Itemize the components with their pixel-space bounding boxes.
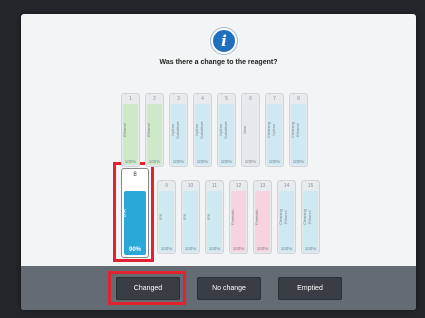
bottle-reagent-name: IPA: [206, 213, 211, 221]
bottle-percent: 100%: [196, 159, 209, 164]
bottle-cap: [173, 94, 186, 95]
selected-reagent-bottle[interactable]: 8 IPA 90%: [121, 168, 149, 258]
reagent-bottle[interactable]: 7 Cleaning Xylene 100%: [265, 93, 284, 167]
bottle-reagent-name: IPA: [122, 209, 128, 217]
bottle-percent: 100%: [304, 246, 317, 251]
changed-button[interactable]: Changed: [116, 277, 180, 300]
bottle-number: 8: [297, 96, 300, 102]
bottle-cap: [293, 94, 306, 95]
bottle-number: 10: [187, 183, 194, 189]
bottle-percent: 100%: [172, 159, 185, 164]
bottle-cap: [221, 94, 234, 95]
bottle-fill-level: [124, 191, 146, 255]
bottle-percent: 100%: [208, 246, 221, 251]
bottle-cap: [125, 94, 138, 95]
bottle-reagent-name: IPA: [158, 213, 163, 221]
bottle-cap: [197, 94, 210, 95]
bottle-percent: 100%: [124, 159, 137, 164]
reagent-bottle[interactable]: 14 Cleaning Ethanol 100%: [277, 180, 296, 254]
bottle-number: 6: [249, 96, 252, 102]
dialog-question: Was there a change to the reagent?: [159, 59, 278, 66]
bottle-number: 8: [133, 172, 137, 178]
bottle-percent: 100%: [268, 159, 281, 164]
reagent-bottle[interactable]: 1 Ethanol 100%: [121, 93, 140, 167]
bottle-number: 14: [283, 183, 290, 189]
bottle-cap: [149, 94, 162, 95]
bottle-number: 12: [235, 183, 242, 189]
reagent-bottle[interactable]: 10 IPA 100%: [181, 180, 200, 254]
dialog-footer: Changed No change Emptied: [21, 266, 416, 310]
bottle-percent: 100%: [184, 246, 197, 251]
bottle-percent: 100%: [280, 246, 293, 251]
bottle-reagent-name: Formalin: [254, 209, 259, 225]
reagent-bottle[interactable]: 11 IPA 100%: [205, 180, 224, 254]
bottle-percent: 90%: [128, 247, 141, 253]
bottle-reagent-name: Ethanol: [146, 123, 151, 137]
reagent-bottle[interactable]: 15 Cleaning Ethanol 100%: [301, 180, 320, 254]
bottle-number: 9: [165, 183, 168, 189]
bottle-percent: 100%: [220, 159, 233, 164]
bottle-number: 13: [259, 183, 266, 189]
bottle-reagent-name: Cleaning Xylene: [266, 122, 276, 138]
reagent-change-dialog: i Was there a change to the reagent? 8 I…: [21, 14, 416, 310]
bottle-number: 5: [225, 96, 228, 102]
reagent-bottle[interactable]: 9 IPA 100%: [157, 180, 176, 254]
bottle-reagent-name: Xylene Substitute: [194, 121, 204, 139]
bottle-cap: [185, 181, 198, 182]
reagent-bottle[interactable]: 6 Wax 100%: [241, 93, 260, 167]
no-change-button[interactable]: No change: [197, 277, 261, 300]
emptied-button[interactable]: Emptied: [278, 277, 342, 300]
bottle-cap: [209, 181, 222, 182]
reagent-bottle[interactable]: 12 Formalin 100%: [229, 180, 248, 254]
bottle-percent: 100%: [256, 246, 269, 251]
bottle-cap: [281, 181, 294, 182]
bottle-number: 2: [153, 96, 156, 102]
bottle-number: 11: [211, 183, 218, 189]
bottle-reagent-name: Cleaning Ethanol: [278, 209, 288, 225]
reagent-bottle[interactable]: 13 Formalin 100%: [253, 180, 272, 254]
bottle-percent: 100%: [160, 246, 173, 251]
bottle-cap: [245, 94, 258, 95]
reagent-bottle[interactable]: 5 Xylene Substitute 100%: [217, 93, 236, 167]
bottle-cap: [161, 181, 174, 182]
bottle-number: 15: [307, 183, 314, 189]
bottle-number: 3: [177, 96, 180, 102]
bottle-reagent-name: Wax: [242, 126, 247, 134]
reagent-bottle[interactable]: 8 Cleaning Ethanol 100%: [289, 93, 308, 167]
bottle-number: 7: [273, 96, 276, 102]
bottle-reagent-name: Formalin: [230, 209, 235, 225]
bottle-percent: 100%: [292, 159, 305, 164]
bottle-number: 4: [201, 96, 204, 102]
reagent-bottle[interactable]: 4 Xylene Substitute 100%: [193, 93, 212, 167]
bottle-reagent-name: Ethanol: [122, 123, 127, 137]
bottle-reagent-name: Xylene Substitute: [170, 121, 180, 139]
info-icon: i: [211, 28, 237, 54]
bottle-reagent-name: Cleaning Ethanol: [290, 122, 300, 138]
bottle-percent: 100%: [148, 159, 161, 164]
bottle-percent: 100%: [244, 159, 257, 164]
reagent-bottle[interactable]: 3 Xylene Substitute 100%: [169, 93, 188, 167]
bottle-number: 1: [129, 96, 132, 102]
bottle-cap: [257, 181, 270, 182]
bottle-cap: [305, 181, 318, 182]
bottle-reagent-name: Xylene Substitute: [218, 121, 228, 139]
bottle-cap: [233, 181, 246, 182]
reagent-bottle[interactable]: 2 Ethanol 100%: [145, 93, 164, 167]
bottle-reagent-name: IPA: [182, 213, 187, 221]
bottle-cap: [269, 94, 282, 95]
bottle-percent: 100%: [232, 246, 245, 251]
bottle-reagent-name: Cleaning Ethanol: [302, 209, 312, 225]
